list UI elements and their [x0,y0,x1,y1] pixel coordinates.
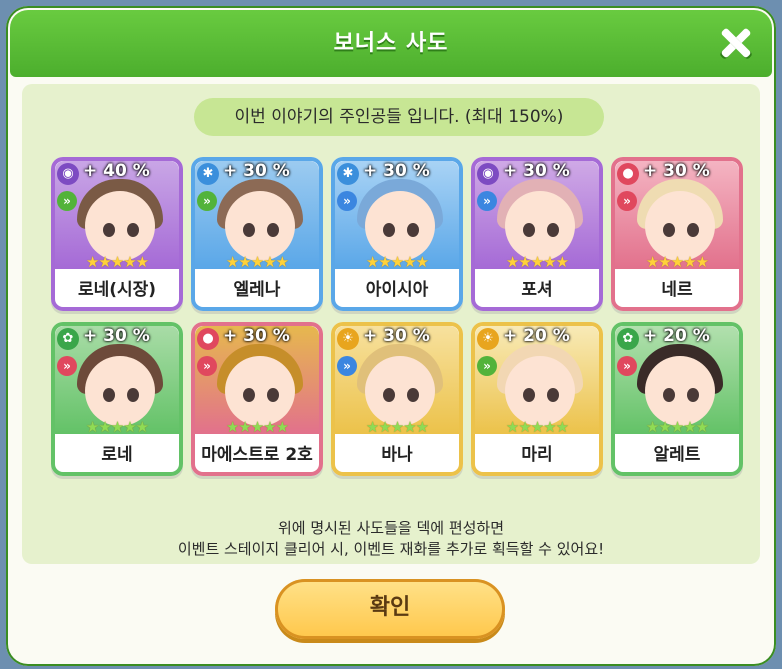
light-icon: ☀ [477,328,499,350]
character-name: 알레트 [653,445,701,465]
star-rating: ★★★★★ [85,418,149,436]
star-rating: ★★★★★ [225,253,289,271]
character-name: 로네(시장) [77,280,157,300]
close-icon[interactable] [718,25,754,61]
forest-icon: ✿ [57,328,79,350]
character-name: 바나 [381,445,413,465]
water-icon: ✱ [337,163,359,185]
star-rating: ★★★★★ [365,418,429,436]
character-name: 포셔 [521,280,553,300]
star-rating: ★★★★★ [645,418,709,436]
tanker-icon: » [57,356,77,376]
attacker-icon: » [477,356,497,376]
bonus-dialog: 보너스 사도 이번 이야기의 주인공들 입니다. (최대 150%) ◉ + 40… [6,6,776,666]
star-rating: ★★★★★ [85,253,149,271]
dark-icon: ◉ [477,163,499,185]
character-card[interactable]: ☀ + 20 % » ★★★★★ 마리 [471,322,603,476]
bonus-percent: + 30 % [363,161,430,181]
star-rating: ★★★★★ [645,253,709,271]
confirm-button[interactable]: 확인 [275,579,505,639]
star-rating: ★★★★★ [505,418,569,436]
bonus-percent: + 30 % [363,326,430,346]
character-card[interactable]: ● + 30 % » ★★★★★ 네르 [611,157,743,311]
star-rating: ★★★★★ [225,418,289,436]
character-card[interactable]: ◉ + 30 % » ★★★★★ 포셔 [471,157,603,311]
bonus-percent: + 20 % [503,326,570,346]
supporter-icon: » [337,191,357,211]
bonus-percent: + 30 % [223,326,290,346]
content-panel: 이번 이야기의 주인공들 입니다. (최대 150%) ◉ + 40 %» ★★★★… [22,84,760,564]
dialog-title: 보너스 사도 [333,31,449,56]
fire-icon: ● [197,328,219,350]
character-name: 마에스트로 2호 [201,445,313,465]
bonus-percent: + 20 % [643,326,710,346]
attacker-icon: » [197,191,217,211]
water-icon: ✱ [197,163,219,185]
fire-icon: ● [617,163,639,185]
character-name: 아이시아 [365,280,429,300]
character-name: 로네 [101,445,133,465]
forest-icon: ✿ [617,328,639,350]
notice-line-1: 위에 명시된 사도들을 덱에 편성하면 [277,519,505,537]
character-card[interactable]: ✿ + 30 % » ★★★★★ 로네 [51,322,183,476]
character-card[interactable]: ☀ + 30 % » ★★★★★ 바나 [331,322,463,476]
bonus-percent: + 30 % [643,161,710,181]
tanker-icon: » [617,191,637,211]
supporter-icon: » [337,356,357,376]
character-card[interactable]: ✿ + 20 % » ★★★★★ 알레트 [611,322,743,476]
attacker-icon: » [57,191,77,211]
character-card[interactable]: ✱ + 30 % » ★★★★★ 엘레나 [191,157,323,311]
light-icon: ☀ [337,328,359,350]
character-name: 마리 [521,445,553,465]
bonus-percent: + 30 % [83,326,150,346]
dialog-header: 보너스 사도 [10,10,772,77]
character-card[interactable]: ◉ + 40 % » ★★★★★ 로네(시장) [51,157,183,311]
character-card[interactable]: ● + 30 % » ★★★★★ 마에스트로 2호 [191,322,323,476]
notice-line-2: 이벤트 스테이지 클리어 시, 이벤트 재화를 추가로 획득할 수 있어요! [177,540,605,558]
character-card[interactable]: ✱ + 30 % » ★★★★★ 아이시아 [331,157,463,311]
notice-text: 위에 명시된 사도들을 덱에 편성하면 이벤트 스테이지 클리어 시, 이벤트 … [22,518,760,560]
subtitle-banner: 이번 이야기의 주인공들 입니다. (최대 150%) [194,98,604,136]
character-name: 네르 [661,280,693,300]
bonus-percent: + 30 % [223,161,290,181]
bonus-percent: + 30 % [503,161,570,181]
supporter-icon: » [477,191,497,211]
star-rating: ★★★★★ [365,253,429,271]
bonus-percent: + 40 % [83,161,150,181]
star-rating: ★★★★★ [505,253,569,271]
dark-icon: ◉ [57,163,79,185]
character-name: 엘레나 [233,280,281,300]
tanker-icon: » [197,356,217,376]
tanker-icon: » [617,356,637,376]
